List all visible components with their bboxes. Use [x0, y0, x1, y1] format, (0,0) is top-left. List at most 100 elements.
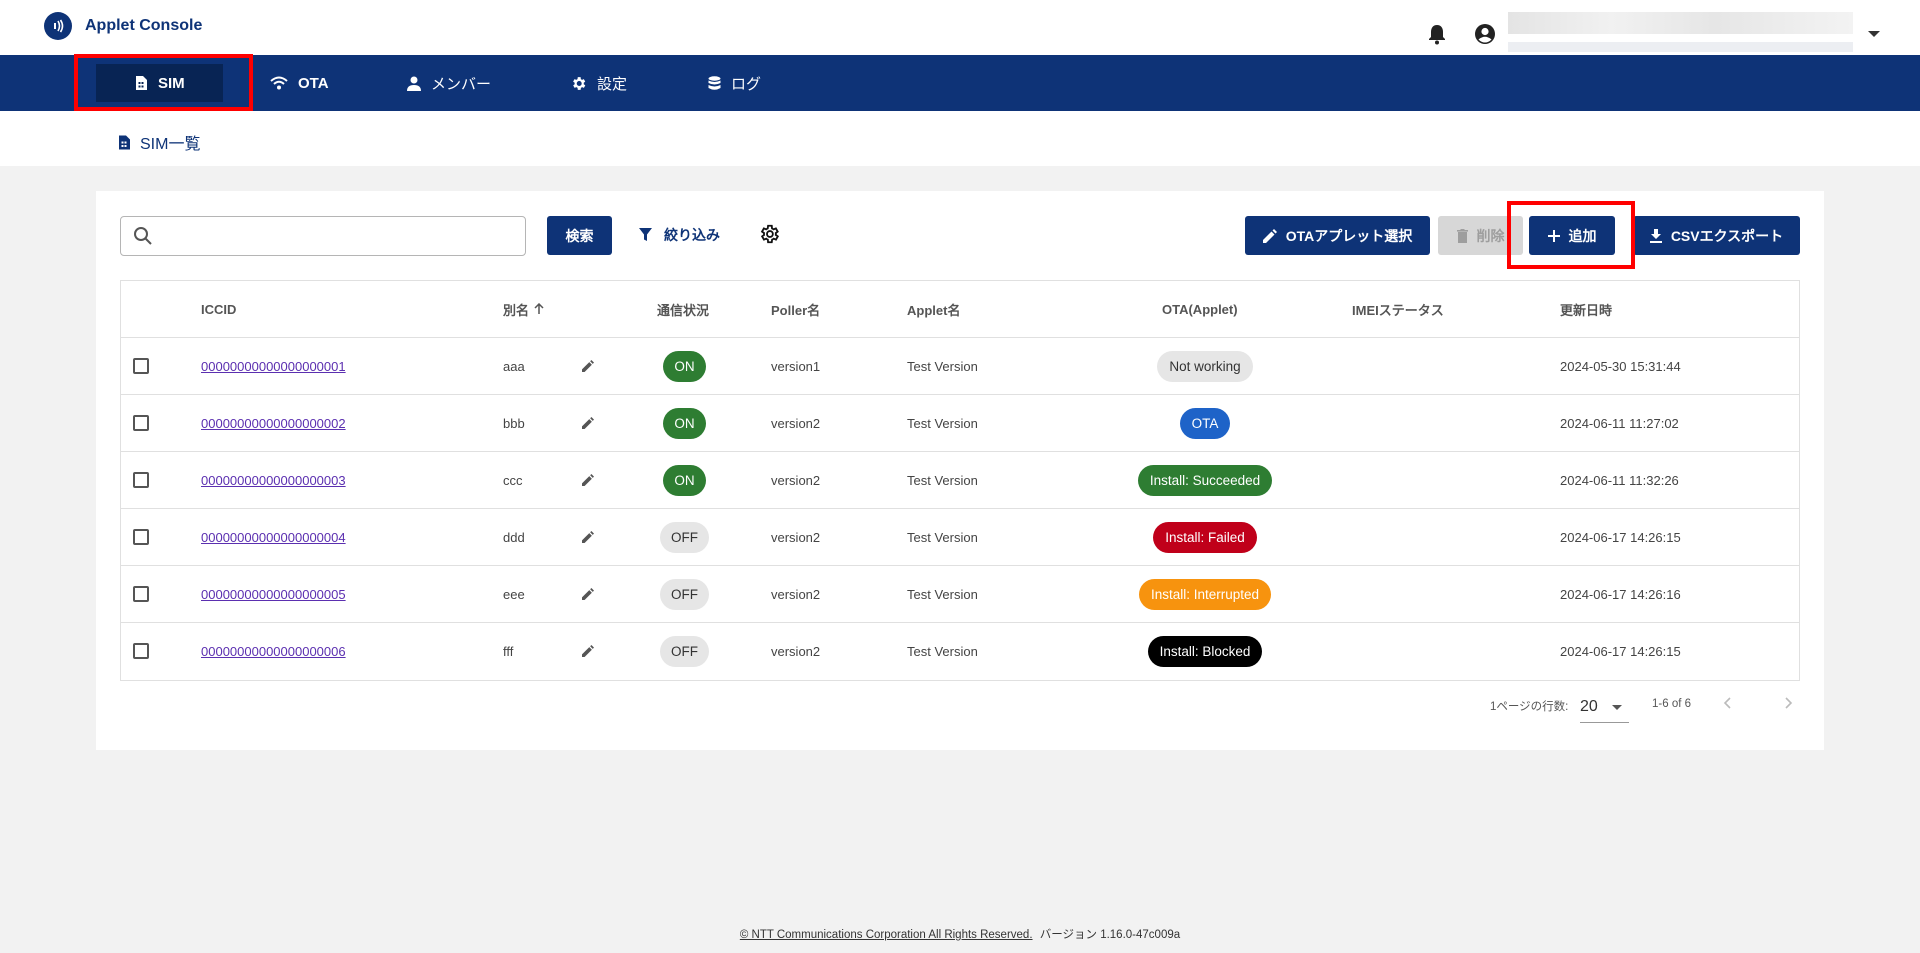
connection-status-chip: OFF	[660, 578, 709, 610]
nav-item-ota[interactable]: OTA	[270, 64, 329, 102]
sim-list-card: 検索 絞り込み OTAアプレット選択 削除 追加 CSVエクスポート ICCID…	[96, 191, 1824, 750]
checkbox[interactable]	[133, 472, 149, 488]
breadcrumb-bar: SIM一覧	[0, 111, 1920, 166]
nav-label-ota: OTA	[298, 74, 329, 92]
row-checkbox[interactable]	[133, 395, 149, 451]
copyright-link[interactable]: © NTT Communications Corporation All Rig…	[740, 929, 1033, 941]
checkbox[interactable]	[133, 529, 149, 545]
edit-alias-pencil-icon[interactable]	[582, 452, 594, 508]
iccid-link[interactable]: 00000000000000000005	[201, 587, 346, 602]
top-bar: Applet Console	[0, 0, 1920, 55]
iccid-link[interactable]: 00000000000000000002	[201, 416, 346, 431]
header-updated-at[interactable]: 更新日時	[1560, 281, 1612, 337]
poller-name-cell: version1	[771, 358, 821, 374]
row-checkbox[interactable]	[133, 452, 149, 508]
iccid-link[interactable]: 00000000000000000003	[201, 473, 346, 488]
filter-button[interactable]: 絞り込み	[639, 225, 720, 245]
search-button[interactable]: 検索	[547, 216, 612, 255]
nav-label-sim: SIM	[158, 74, 185, 92]
version-text: バージョン 1.16.0-47c009a	[1039, 929, 1181, 941]
sim-card-icon	[119, 135, 130, 149]
edit-alias-pencil-icon[interactable]	[582, 566, 594, 622]
table-row: 00000000000000000005 eee OFF version2 Test V…	[121, 566, 1799, 623]
sim-card-icon	[136, 76, 147, 90]
header-poller-name[interactable]: Poller名	[771, 281, 820, 337]
user-email-redacted	[1508, 42, 1853, 52]
table-row: 00000000000000000004 ddd OFF version2 Test V…	[121, 509, 1799, 566]
ota-applet-select-button[interactable]: OTAアプレット選択	[1245, 216, 1430, 255]
updated-at-cell: 2024-06-17 14:26:15	[1560, 643, 1681, 659]
breadcrumb: SIM一覧	[117, 130, 200, 154]
footer: © NTT Communications Corporation All Rig…	[0, 926, 1920, 942]
iccid-link[interactable]: 00000000000000000001	[201, 359, 346, 374]
ota-status-chip: Install: Failed	[1153, 521, 1257, 553]
edit-alias-pencil-icon[interactable]	[582, 623, 594, 679]
checkbox[interactable]	[133, 415, 149, 431]
search-field[interactable]	[120, 216, 526, 256]
account-circle-icon[interactable]	[1470, 19, 1500, 49]
wifi-icon	[270, 76, 288, 90]
ota-status-chip: Not working	[1157, 350, 1253, 382]
page-title: SIM一覧	[140, 136, 201, 153]
delete-label: 削除	[1476, 227, 1505, 244]
rows-per-page-value: 20	[1580, 698, 1598, 715]
rows-per-page-select[interactable]: 20	[1580, 692, 1629, 723]
row-checkbox[interactable]	[133, 623, 149, 679]
edit-alias-pencil-icon[interactable]	[582, 509, 594, 565]
iccid-link[interactable]: 00000000000000000006	[201, 644, 346, 659]
edit-alias-pencil-icon[interactable]	[582, 338, 594, 394]
nav-label-members: メンバー	[431, 75, 492, 93]
gear-icon	[573, 76, 586, 90]
checkbox[interactable]	[133, 358, 149, 374]
checkbox[interactable]	[133, 643, 149, 659]
table-row: 00000000000000000001 aaa ON version1 Test Ve…	[121, 338, 1799, 395]
nav-item-sim[interactable]: SIM	[96, 64, 223, 102]
delete-button[interactable]: 削除	[1438, 216, 1523, 255]
header-alias[interactable]: 別名	[503, 281, 545, 337]
trash-icon	[1456, 228, 1468, 243]
nav-item-logs[interactable]: ログ	[708, 64, 761, 102]
connection-status-chip: OFF	[660, 521, 709, 553]
csv-export-button[interactable]: CSVエクスポート	[1633, 216, 1800, 255]
header-applet-name[interactable]: Applet名	[907, 281, 960, 337]
row-checkbox[interactable]	[133, 509, 149, 565]
user-info[interactable]	[1508, 12, 1853, 56]
table-row: 00000000000000000002 bbb ON version2 Test Ve…	[121, 395, 1799, 452]
ota-status-chip: OTA	[1179, 407, 1231, 439]
table-row: 00000000000000000006 fff OFF version2 Test V…	[121, 623, 1799, 680]
checkbox[interactable]	[133, 586, 149, 602]
header-imei-status[interactable]: IMEIステータス	[1352, 281, 1444, 337]
nav-item-settings[interactable]: 設定	[570, 64, 627, 102]
page-range: 1-6 of 6	[1652, 698, 1691, 710]
table-row: 00000000000000000003 ccc ON version2 Test Ve…	[121, 452, 1799, 509]
brand[interactable]: Applet Console	[44, 12, 202, 40]
applet-name-cell: Test Version	[907, 358, 978, 374]
plus-icon	[1547, 229, 1560, 242]
table-header-row: ICCID 別名 通信状況 Poller名 Applet名 OTA(Applet…	[121, 281, 1799, 338]
header-ota-applet[interactable]: OTA(Applet)	[1162, 281, 1238, 337]
notification-bell-icon[interactable]	[1422, 19, 1452, 49]
updated-at-cell: 2024-06-17 14:26:16	[1560, 586, 1681, 602]
add-button[interactable]: 追加	[1529, 216, 1615, 255]
poller-name-cell: version2	[771, 529, 821, 545]
poller-name-cell: version2	[771, 643, 821, 659]
header-connection-status[interactable]: 通信状況	[657, 281, 709, 337]
prev-page-button[interactable]	[1718, 693, 1738, 713]
alias-cell: aaa	[503, 358, 525, 374]
search-icon	[134, 227, 152, 245]
search-input[interactable]	[161, 223, 515, 251]
chevron-down-icon[interactable]	[1868, 31, 1880, 37]
row-checkbox[interactable]	[133, 338, 149, 394]
chevron-right-icon	[1785, 697, 1793, 709]
column-settings-gear-icon[interactable]	[758, 223, 780, 250]
nav-item-members[interactable]: メンバー	[407, 64, 491, 102]
row-checkbox[interactable]	[133, 566, 149, 622]
alias-cell: ccc	[503, 472, 523, 488]
poller-name-cell: version2	[771, 586, 821, 602]
iccid-link[interactable]: 00000000000000000004	[201, 530, 346, 545]
header-iccid[interactable]: ICCID	[201, 281, 236, 337]
ota-applet-select-label: OTAアプレット選択	[1285, 227, 1413, 244]
edit-alias-pencil-icon[interactable]	[582, 395, 594, 451]
next-page-button[interactable]	[1778, 693, 1798, 713]
alias-cell: fff	[503, 643, 514, 659]
